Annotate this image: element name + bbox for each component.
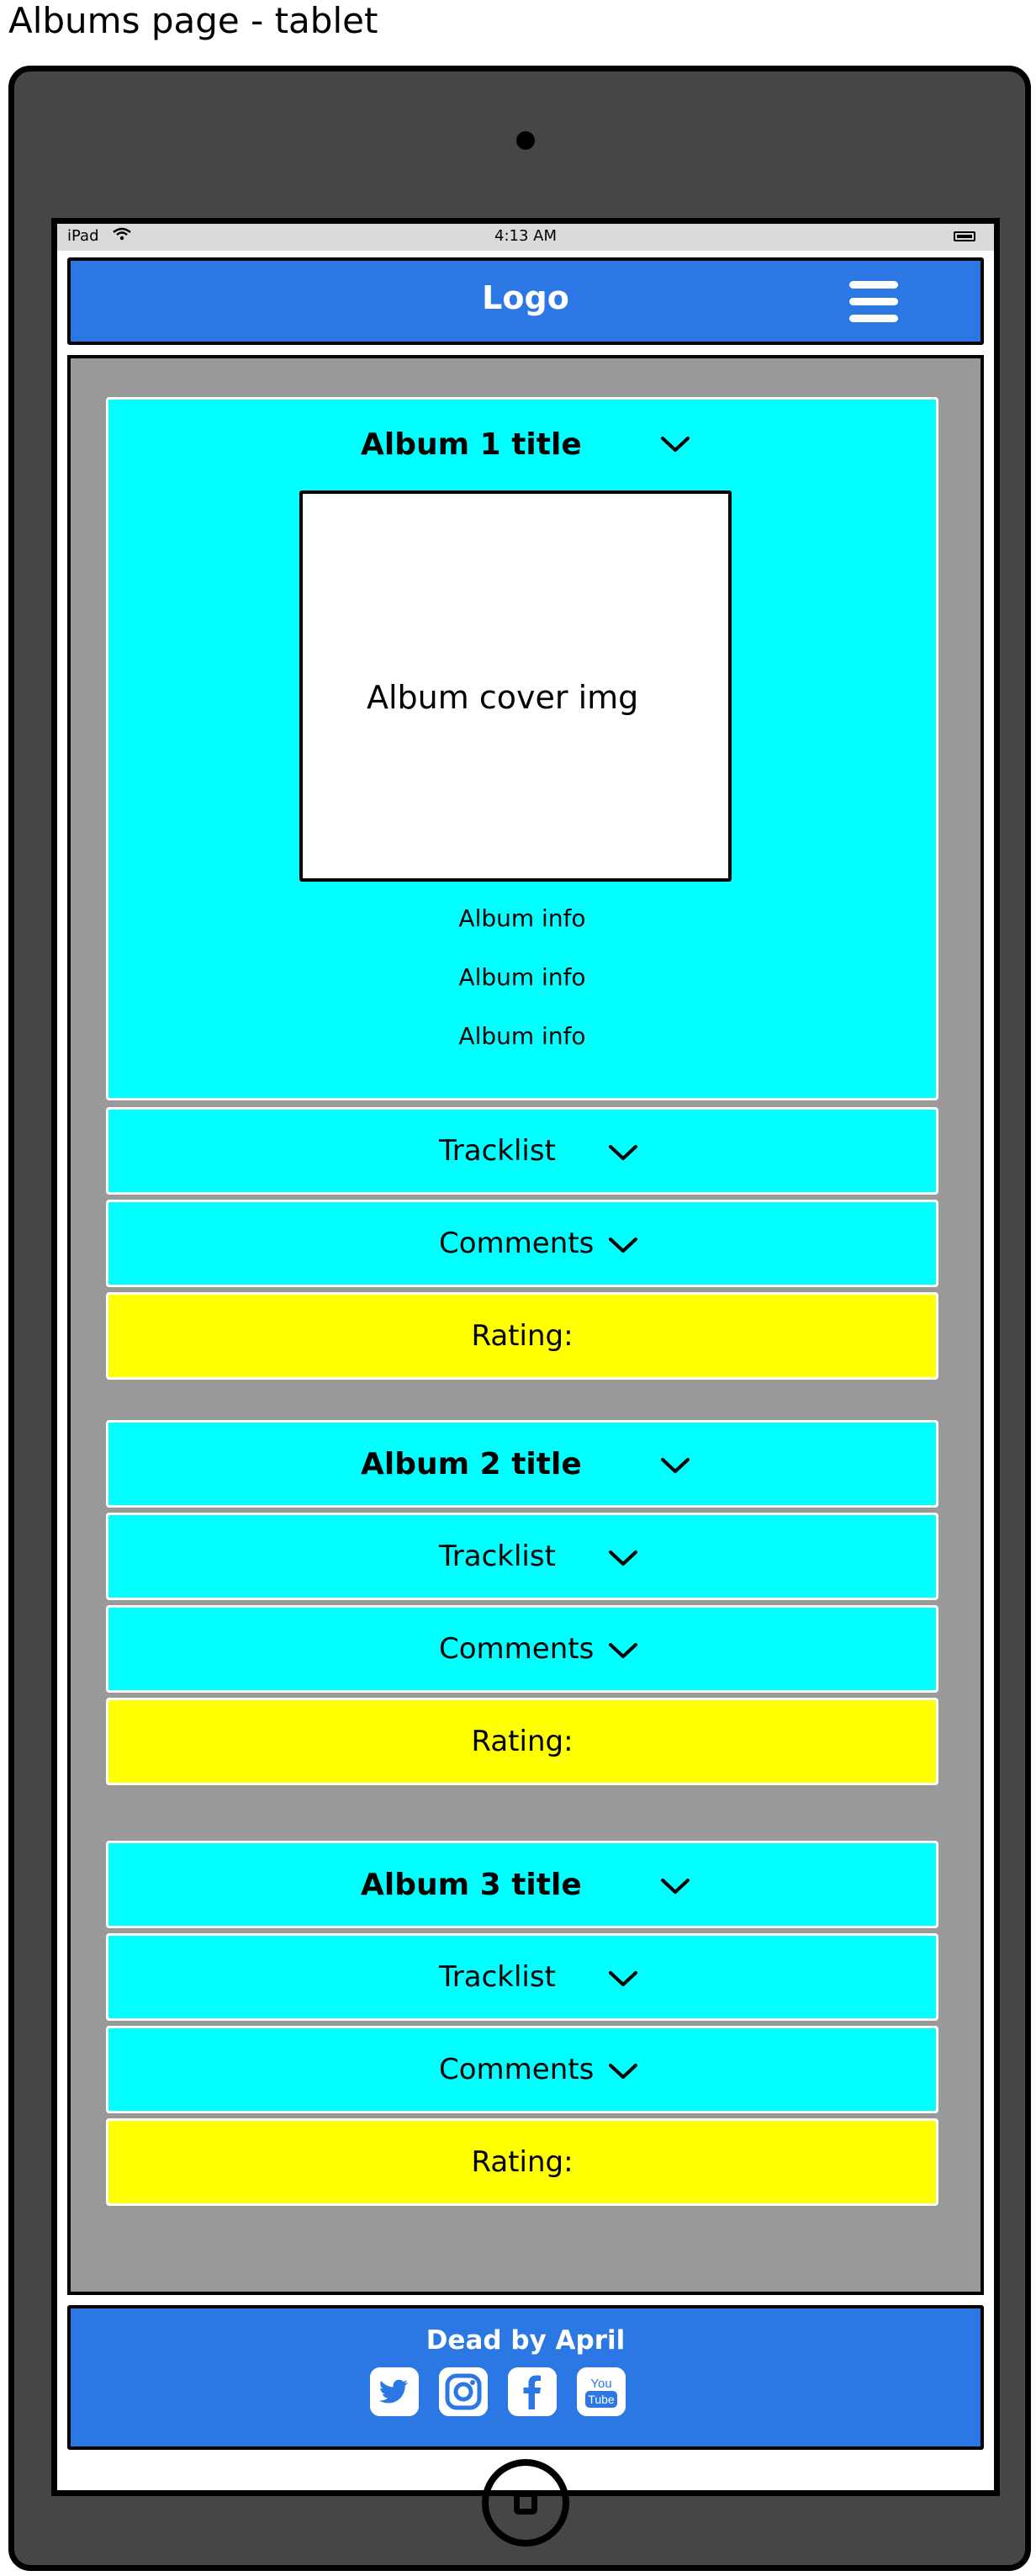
album-3-title: Album 3 title xyxy=(361,1867,582,1902)
album-1-title[interactable]: Album 1 title xyxy=(361,400,582,489)
album-2-title-toggle[interactable]: Album 2 title xyxy=(106,1420,938,1508)
album-2-comments-toggle[interactable]: Comments xyxy=(106,1605,938,1693)
tracklist-label: Tracklist xyxy=(439,1960,556,1994)
site-header: Logo xyxy=(67,257,984,345)
hamburger-menu-icon[interactable] xyxy=(849,281,898,323)
chevron-down-icon[interactable] xyxy=(608,1236,638,1254)
album-cover-image: Album cover img xyxy=(299,490,732,882)
chevron-down-icon[interactable] xyxy=(608,1969,638,1988)
album-1-comments-toggle[interactable]: Comments xyxy=(106,1200,938,1287)
album-cover-label: Album cover img xyxy=(367,679,639,716)
chevron-down-icon[interactable] xyxy=(660,1456,690,1475)
comments-label: Comments xyxy=(439,1632,595,1666)
rating-label: Rating: xyxy=(471,2145,574,2179)
chevron-down-icon[interactable] xyxy=(660,435,690,453)
chevron-down-icon[interactable] xyxy=(660,1877,690,1895)
album-3-tracklist-toggle[interactable]: Tracklist xyxy=(106,1933,938,2021)
album-2-rating[interactable]: Rating: xyxy=(106,1698,938,1785)
album-1-rating[interactable]: Rating: xyxy=(106,1292,938,1380)
album-3-title-toggle[interactable]: Album 3 title xyxy=(106,1841,938,1928)
album-2-tracklist-toggle[interactable]: Tracklist xyxy=(106,1513,938,1600)
tablet-screen: iPad 4:13 AM Logo Album 1 title Album co… xyxy=(51,218,1000,2496)
youtube-icon[interactable]: You Tube xyxy=(577,2367,626,2416)
facebook-icon[interactable] xyxy=(508,2367,557,2416)
chevron-down-icon[interactable] xyxy=(608,2062,638,2080)
tablet-device-frame: iPad 4:13 AM Logo Album 1 title Album co… xyxy=(8,66,1031,2571)
battery-icon xyxy=(954,231,975,241)
album-info-3: Album info xyxy=(458,1022,586,1050)
site-footer: Dead by April You Tube xyxy=(67,2305,984,2450)
camera-icon xyxy=(516,131,535,150)
home-button-icon[interactable] xyxy=(482,2459,569,2547)
album-info-2: Album info xyxy=(458,963,586,991)
comments-label: Comments xyxy=(439,1227,595,1260)
status-time: 4:13 AM xyxy=(494,227,557,245)
album-1-tracklist-toggle[interactable]: Tracklist xyxy=(106,1107,938,1195)
page-caption: Albums page - tablet xyxy=(8,0,378,41)
rating-label: Rating: xyxy=(471,1319,574,1353)
instagram-icon[interactable] xyxy=(439,2367,488,2416)
chevron-down-icon[interactable] xyxy=(608,1143,638,1162)
site-logo[interactable]: Logo xyxy=(71,279,980,316)
album-info-1: Album info xyxy=(458,904,586,932)
album-2-title: Album 2 title xyxy=(361,1446,582,1481)
status-bar: iPad 4:13 AM xyxy=(57,224,994,251)
youtube-icon-text-top: You xyxy=(590,2377,611,2391)
album-1-card: Album 1 title Album cover img Album info… xyxy=(106,397,938,1100)
comments-label: Comments xyxy=(439,2053,595,2086)
twitter-icon[interactable] xyxy=(370,2367,419,2416)
chevron-down-icon[interactable] xyxy=(608,1549,638,1567)
tracklist-label: Tracklist xyxy=(439,1540,556,1573)
albums-content: Album 1 title Album cover img Album info… xyxy=(67,355,984,2295)
tracklist-label: Tracklist xyxy=(439,1134,556,1168)
rating-label: Rating: xyxy=(471,1725,574,1758)
youtube-icon-text-bottom: Tube xyxy=(588,2393,615,2406)
album-3-comments-toggle[interactable]: Comments xyxy=(106,2026,938,2113)
album-3-rating[interactable]: Rating: xyxy=(106,2118,938,2206)
chevron-down-icon[interactable] xyxy=(608,1641,638,1660)
band-name: Dead by April xyxy=(426,2325,626,2356)
